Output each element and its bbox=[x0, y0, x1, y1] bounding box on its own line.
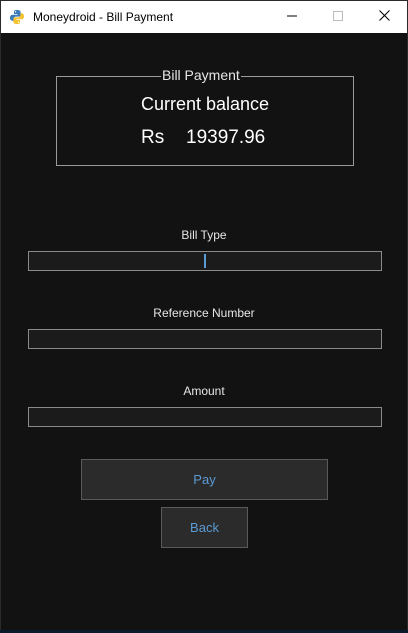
close-icon bbox=[378, 8, 390, 26]
back-button[interactable]: Back bbox=[161, 507, 248, 548]
minimize-button[interactable] bbox=[269, 1, 315, 33]
window-title: Moneydroid - Bill Payment bbox=[33, 10, 174, 24]
frame-title: Bill Payment bbox=[161, 67, 241, 83]
text-caret bbox=[204, 254, 206, 268]
balance-frame: Bill Payment Current balance Rs 19397.96 bbox=[56, 67, 354, 166]
bill-type-input[interactable] bbox=[28, 251, 382, 271]
python-icon bbox=[9, 9, 25, 25]
amount-label: Amount bbox=[183, 384, 225, 398]
current-balance-label: Current balance bbox=[140, 94, 270, 114]
pay-button[interactable]: Pay bbox=[81, 459, 328, 500]
reference-number-input[interactable] bbox=[28, 329, 382, 349]
balance-amount: 19397.96 bbox=[186, 127, 266, 148]
bill-payment-window: Moneydroid - Bill Payment Bill Payment C… bbox=[0, 0, 408, 633]
maximize-icon bbox=[333, 8, 343, 26]
title-bar[interactable]: Moneydroid - Bill Payment bbox=[1, 1, 407, 33]
amount-input[interactable] bbox=[28, 407, 382, 427]
reference-number-label: Reference Number bbox=[153, 306, 255, 320]
currency-label: Rs bbox=[141, 127, 165, 148]
minimize-icon bbox=[287, 8, 297, 26]
close-button[interactable] bbox=[361, 1, 407, 33]
bill-type-label: Bill Type bbox=[181, 228, 227, 242]
maximize-button[interactable] bbox=[315, 1, 361, 33]
